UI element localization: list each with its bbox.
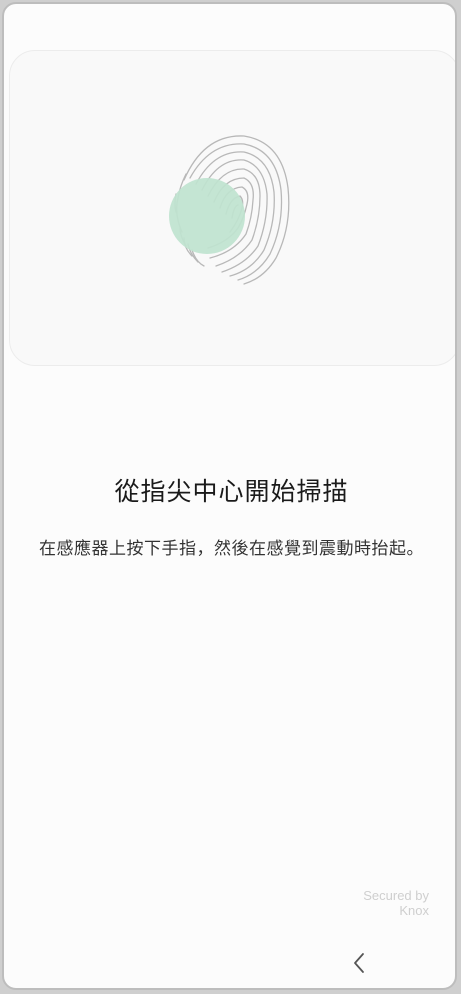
back-button[interactable] xyxy=(344,948,374,978)
chevron-left-icon xyxy=(354,953,364,973)
touch-point-circle xyxy=(169,178,245,254)
instruction-text: 在感應器上按下手指，然後在感覺到震動時抬起。 xyxy=(39,539,424,559)
screen: 從指尖中心開始掃描 在感應器上按下手指，然後在感覺到震動時抬起。 Secured… xyxy=(2,2,457,990)
fingerprint-icon xyxy=(169,135,290,285)
secured-by-knox-label: Secured by Knox xyxy=(363,888,429,918)
page-title: 從指尖中心開始掃描 xyxy=(114,477,349,506)
